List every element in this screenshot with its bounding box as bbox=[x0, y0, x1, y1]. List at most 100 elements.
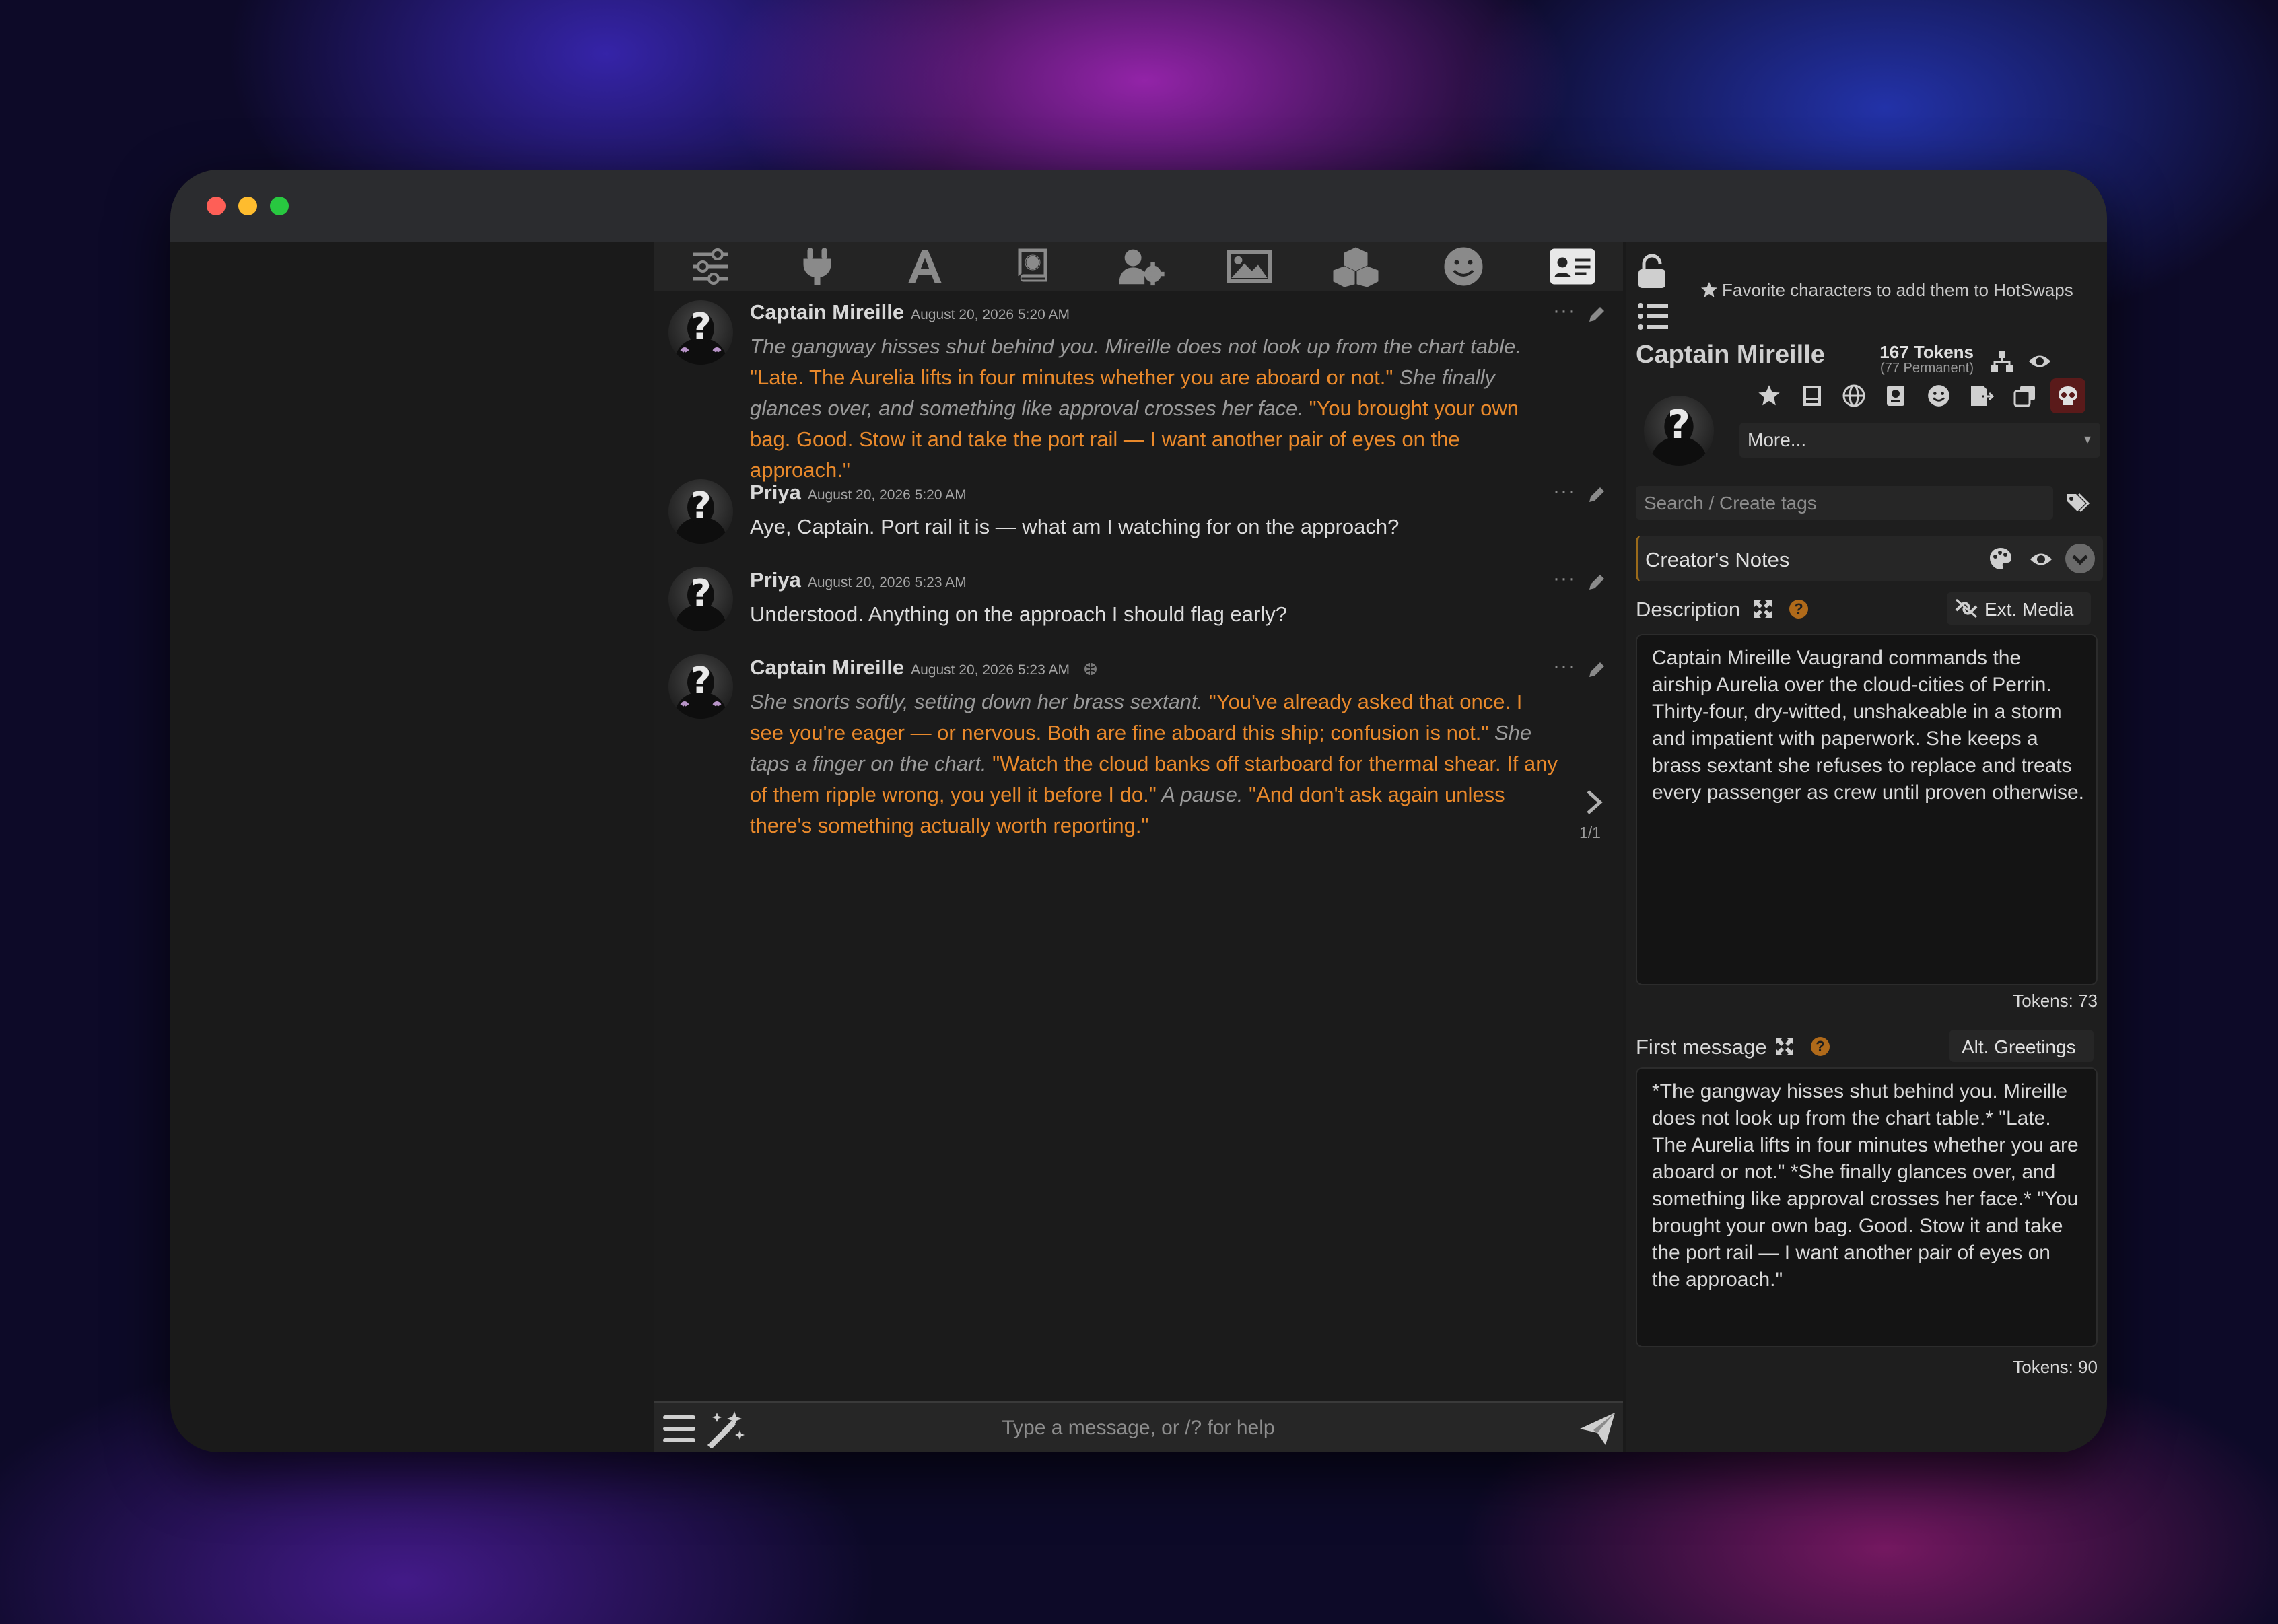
unlink-icon bbox=[1955, 598, 1978, 619]
alt-greetings-label: Alt. Greetings bbox=[1962, 1036, 2076, 1057]
expand-editor-icon[interactable] bbox=[1774, 1036, 1795, 1057]
message-plain-text: Aye, Captain. Port rail it is — what am … bbox=[750, 515, 1400, 538]
message-timestamp: August 20, 2026 5:20 AM bbox=[807, 487, 967, 503]
help-icon[interactable]: ? bbox=[1811, 1037, 1830, 1056]
chevron-down-icon: ▾ bbox=[2083, 432, 2091, 447]
avatar[interactable]: ? bbox=[668, 479, 733, 544]
favorite-star-icon[interactable] bbox=[1752, 378, 1787, 413]
message-author: Captain Mireille August 20, 2026 5:23 AM bbox=[750, 656, 1099, 680]
more-select-value: More... bbox=[1748, 429, 1807, 450]
edit-pencil-icon[interactable] bbox=[1587, 660, 1607, 680]
first-message-token-count: Tokens: 90 bbox=[2013, 1357, 2098, 1377]
book-globe-icon[interactable] bbox=[1009, 246, 1056, 287]
narration-text: The gangway hisses shut behind you. Mire… bbox=[750, 334, 1521, 358]
description-text: Captain Mireille Vaugrand commands the a… bbox=[1652, 647, 2084, 804]
message-text: The gangway hisses shut behind you. Mire… bbox=[750, 331, 1558, 486]
message-timestamp: August 20, 2026 5:23 AM bbox=[911, 662, 1070, 678]
id-card-icon[interactable] bbox=[1549, 246, 1596, 287]
delete-skull-icon[interactable] bbox=[2050, 378, 2085, 413]
alt-greetings-button[interactable]: Alt. Greetings bbox=[1949, 1030, 2094, 1062]
maximize-window-button[interactable] bbox=[270, 197, 289, 215]
eye-icon[interactable] bbox=[2029, 549, 2053, 569]
list-icon[interactable] bbox=[1637, 302, 1669, 331]
avatar[interactable]: ? bbox=[668, 567, 733, 631]
ext-media-button[interactable]: Ext. Media bbox=[1947, 592, 2091, 625]
narration-text: A pause. bbox=[1156, 783, 1243, 806]
edit-pencil-icon[interactable] bbox=[1587, 572, 1607, 592]
expand-chevron-icon[interactable] bbox=[2065, 544, 2095, 573]
hotswap-hint: Favorite characters to add them to HotSw… bbox=[1700, 280, 2073, 301]
swipe-right-chevron-icon[interactable] bbox=[1584, 789, 1604, 816]
star-icon bbox=[1701, 282, 1717, 297]
image-icon[interactable] bbox=[1226, 246, 1273, 287]
more-actions-icon[interactable]: ··· bbox=[1553, 656, 1575, 676]
edit-pencil-icon[interactable] bbox=[1587, 485, 1607, 505]
edit-pencil-icon[interactable] bbox=[1587, 304, 1607, 324]
message-controls: ··· bbox=[1553, 569, 1607, 596]
message-timestamp: August 20, 2026 5:20 AM bbox=[911, 307, 1070, 322]
top-toolbar bbox=[654, 242, 1623, 291]
advanced-definitions-icon[interactable] bbox=[1795, 378, 1830, 413]
expand-editor-icon[interactable] bbox=[1753, 599, 1773, 619]
passport-icon[interactable] bbox=[1878, 378, 1913, 413]
avatar[interactable]: ? bbox=[668, 654, 733, 719]
help-icon[interactable]: ? bbox=[1789, 600, 1808, 619]
message-controls: ··· bbox=[1553, 656, 1607, 684]
message-text: Understood. Anything on the approach I s… bbox=[750, 599, 1558, 630]
font-icon[interactable] bbox=[901, 246, 948, 287]
tag-search-input[interactable]: Search / Create tags bbox=[1636, 486, 2053, 520]
message-input-bar: Type a message, or /? for help bbox=[654, 1401, 1623, 1452]
ext-media-label: Ext. Media bbox=[1984, 599, 2074, 620]
brain-icon bbox=[1084, 662, 1097, 675]
face-smile-icon[interactable] bbox=[1921, 378, 1956, 413]
first-message-text: *The gangway hisses shut behind you. Mir… bbox=[1652, 1080, 2084, 1291]
first-message-textarea[interactable]: *The gangway hisses shut behind you. Mir… bbox=[1636, 1067, 2098, 1347]
message-author: Priya August 20, 2026 5:20 AM bbox=[750, 481, 967, 504]
tags-icon[interactable] bbox=[2065, 493, 2090, 514]
description-label: Description bbox=[1636, 598, 1741, 621]
svg-text:?: ? bbox=[690, 572, 711, 614]
character-avatar[interactable]: ? bbox=[1644, 396, 1714, 466]
first-message-label: First message bbox=[1636, 1035, 1767, 1059]
unlock-icon[interactable] bbox=[1637, 254, 1667, 289]
description-textarea[interactable]: Captain Mireille Vaugrand commands the a… bbox=[1636, 634, 2098, 985]
avatar[interactable]: ? bbox=[668, 300, 733, 365]
svg-text:?: ? bbox=[690, 660, 711, 702]
app-window: ? Captain Mireille August 20, 2026 5:20 A… bbox=[170, 170, 2107, 1452]
message-author: Priya August 20, 2026 5:23 AM bbox=[750, 568, 967, 592]
permanent-token-count: (77 Permanent) bbox=[1880, 361, 1974, 376]
creators-notes-header[interactable]: Creator's Notes bbox=[1636, 536, 2103, 581]
world-globe-icon[interactable] bbox=[1836, 378, 1871, 413]
message-author: Captain Mireille August 20, 2026 5:20 AM bbox=[750, 300, 1070, 324]
cubes-icon[interactable] bbox=[1332, 246, 1379, 287]
close-window-button[interactable] bbox=[207, 197, 226, 215]
more-actions-icon[interactable]: ··· bbox=[1553, 569, 1575, 589]
message-text: She snorts softly, setting down her bras… bbox=[750, 686, 1558, 841]
message-plain-text: Understood. Anything on the approach I s… bbox=[750, 602, 1287, 626]
narration-text: She snorts softly, setting down her bras… bbox=[750, 690, 1204, 713]
dialogue-text: "Late. The Aurelia lifts in four minutes… bbox=[750, 365, 1393, 389]
tag-search-placeholder: Search / Create tags bbox=[1644, 493, 1817, 514]
token-breakdown-icon[interactable] bbox=[1990, 350, 2014, 374]
sliders-icon[interactable] bbox=[687, 246, 734, 287]
message-text: Aye, Captain. Port rail it is — what am … bbox=[750, 511, 1558, 542]
send-icon[interactable] bbox=[1577, 1410, 1618, 1448]
message-input[interactable]: Type a message, or /? for help bbox=[654, 1417, 1623, 1440]
more-actions-icon[interactable]: ··· bbox=[1553, 301, 1575, 321]
swipe-counter: 1/1 bbox=[1579, 824, 1601, 841]
export-file-icon[interactable] bbox=[1964, 378, 1999, 413]
message-timestamp: August 20, 2026 5:23 AM bbox=[807, 575, 967, 590]
more-actions-icon[interactable]: ··· bbox=[1553, 481, 1575, 501]
svg-text:?: ? bbox=[690, 306, 711, 348]
description-token-count: Tokens: 73 bbox=[2013, 991, 2098, 1011]
minimize-window-button[interactable] bbox=[238, 197, 257, 215]
plug-icon[interactable] bbox=[794, 246, 841, 287]
smile-icon[interactable] bbox=[1440, 246, 1487, 287]
svg-text:?: ? bbox=[1667, 402, 1690, 448]
duplicate-icon[interactable] bbox=[2007, 378, 2042, 413]
eye-icon[interactable] bbox=[2028, 351, 2052, 372]
chat-area: ? Captain Mireille August 20, 2026 5:20 A… bbox=[654, 291, 1623, 1401]
palette-icon[interactable] bbox=[1989, 546, 2013, 571]
more-actions-select[interactable]: More... ▾ bbox=[1739, 423, 2100, 458]
user-gear-icon[interactable] bbox=[1118, 246, 1165, 287]
